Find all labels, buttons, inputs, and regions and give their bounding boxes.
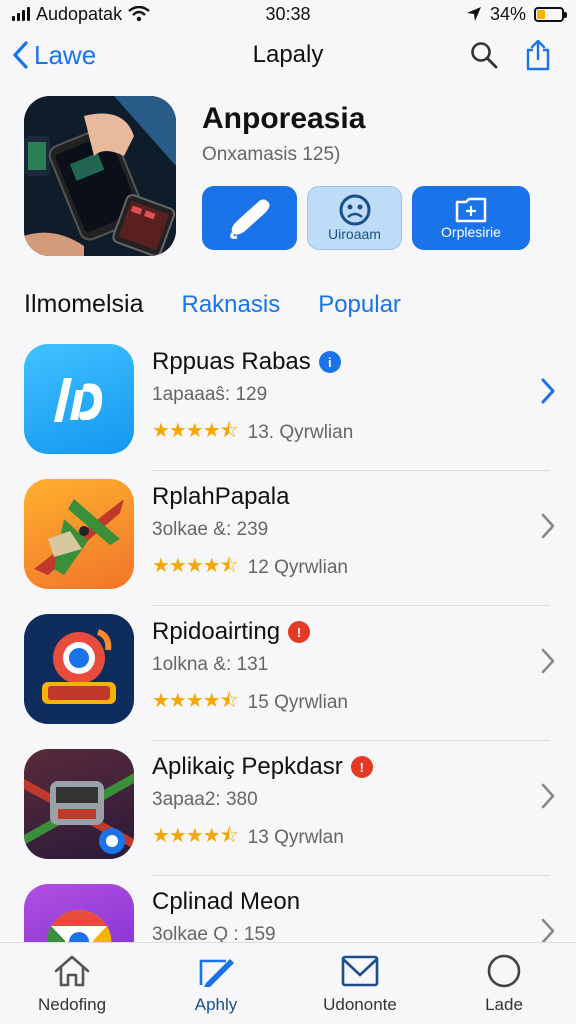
status-right: 34%: [466, 3, 567, 25]
status-left: Audopatak: [12, 4, 150, 25]
search-button[interactable]: [468, 39, 500, 71]
tab-bar-item-udononte[interactable]: Udononte: [288, 943, 432, 1024]
verified-badge-icon: i: [318, 351, 341, 373]
app-info: RplahPapala 3olkae &: 239 ★★★★⯪ 12 Qyrwl…: [152, 483, 536, 585]
app-meta: 1apaaaŝ: 129: [152, 384, 268, 405]
back-button[interactable]: Lawe: [0, 40, 96, 71]
tab-ilmomelsia[interactable]: Ilmomelsia: [24, 290, 143, 319]
logo-blue-icon: [24, 344, 134, 454]
face-button-label: Uiroaam: [328, 226, 381, 242]
chevron-right-icon[interactable]: [538, 781, 558, 811]
tab-bar-label: Lade: [485, 995, 523, 1014]
review-count: 15 Qyrwlian: [247, 692, 348, 713]
share-icon: [526, 39, 550, 71]
app-info: Aplikaiç Pepkdasr ! 3apaa2: 380 ★★★★⯪ 13…: [152, 753, 536, 855]
carrier-name: Audopatak: [36, 3, 123, 24]
folder-button[interactable]: Orplesirie: [412, 186, 530, 250]
featured-app: Anporeasia Onxamasis 125) Uiroaam Orples…: [24, 96, 552, 258]
featured-actions: Uiroaam Orplesirie: [202, 186, 530, 250]
brush-icon: [229, 199, 270, 239]
alert-badge-icon: !: [288, 621, 311, 643]
tab-bar-item-aphly[interactable]: Aphly: [144, 943, 288, 1024]
folder-icon: [455, 197, 487, 223]
robot-icon: [24, 749, 134, 859]
share-button[interactable]: [522, 39, 554, 71]
brush-button[interactable]: [202, 186, 297, 250]
battery-percent: 34%: [489, 3, 526, 24]
app-name-text: Rpidoairting: [152, 618, 281, 645]
app-name-text: Aplikaiç Pepkdasr: [152, 753, 343, 780]
chevron-right-icon[interactable]: [538, 376, 558, 406]
app-rating: ★★★★⯪ 13. Qyrwlian: [152, 416, 536, 450]
app-rating: ★★★★⯪ 15 Qyrwlian: [152, 686, 536, 720]
folder-button-label: Orplesirie: [441, 224, 501, 240]
rating-stars: ★★★★⯪: [152, 555, 239, 577]
tab-raknasis[interactable]: Raknasis: [181, 291, 280, 319]
tab-bar: Nedofing Aphly Udononte Lade: [0, 942, 576, 1024]
app-rating: ★★★★⯪ 13 Qyrwlan: [152, 821, 536, 855]
search-icon: [471, 42, 498, 69]
list-item[interactable]: Rppuas Rabas i 1apaaaŝ: 129 ★★★★⯪ 13. Qy…: [0, 336, 576, 471]
app-name: Aplikaiç Pepkdasr !: [152, 753, 536, 781]
list-item[interactable]: RplahPapala 3olkae &: 239 ★★★★⯪ 12 Qyrwl…: [0, 471, 576, 606]
home-icon: [54, 955, 90, 987]
app-rating: ★★★★⯪ 12 Qyrwlian: [152, 551, 536, 585]
pencil-icon: [199, 959, 234, 987]
app-info: Rpidoairting ! 1olkna &: 131 ★★★★⯪ 15 Qy…: [152, 618, 536, 720]
alert-badge-icon: !: [350, 756, 373, 778]
nav-bar: Lawe Lapaly: [0, 30, 576, 80]
mail-icon: [341, 955, 379, 987]
app-list: Rppuas Rabas i 1apaaaŝ: 129 ★★★★⯪ 13. Qy…: [0, 336, 576, 1011]
tab-popular[interactable]: Popular: [318, 291, 401, 319]
tab-bar-item-home[interactable]: Nedofing: [0, 943, 144, 1024]
list-item[interactable]: Aplikaiç Pepkdasr ! 3apaa2: 380 ★★★★⯪ 13…: [0, 741, 576, 876]
chevron-right-icon[interactable]: [538, 511, 558, 541]
wifi-icon: [128, 6, 150, 22]
list-item[interactable]: Rpidoairting ! 1olkna &: 131 ★★★★⯪ 15 Qy…: [0, 606, 576, 741]
location-arrow-icon: [466, 7, 481, 21]
plane-icon: [24, 479, 134, 589]
face-button[interactable]: Uiroaam: [307, 186, 402, 250]
battery-icon: [534, 6, 567, 22]
app-meta: 3apaa2: 380: [152, 789, 258, 810]
review-count: 12 Qyrwlian: [247, 557, 348, 578]
chevron-right-icon[interactable]: [538, 646, 558, 676]
browser-badge-icon: [24, 614, 134, 724]
rating-stars: ★★★★⯪: [152, 825, 239, 847]
featured-app-image[interactable]: [24, 96, 176, 256]
app-meta: 1olkna &: 131: [152, 654, 269, 675]
featured-app-subtitle: Onxamasis 125): [202, 144, 341, 165]
app-info: Cplinad Meon 3olkae Q : 159: [152, 888, 536, 946]
app-name: RplahPapala: [152, 483, 536, 511]
featured-app-title: Anporeasia: [202, 102, 366, 135]
battery-level: [537, 9, 546, 19]
app-info: Rppuas Rabas i 1apaaaŝ: 129 ★★★★⯪ 13. Qy…: [152, 348, 536, 450]
tab-bar-label: Nedofing: [37, 995, 107, 1014]
app-name-text: Cplinad Meon: [152, 888, 301, 915]
app-name-text: Rppuas Rabas: [152, 348, 311, 375]
app-name: Rppuas Rabas i: [152, 348, 536, 376]
tab-bar-label: Aphly: [194, 995, 238, 1014]
app-meta: 3olkae &: 239: [152, 519, 269, 540]
rating-stars: ★★★★⯪: [152, 420, 239, 442]
signal-icon: [12, 7, 30, 21]
circle-icon: [487, 954, 521, 988]
back-label: Lawe: [34, 39, 97, 70]
chevron-left-icon: [13, 41, 28, 69]
status-bar: Audopatak 30:38 34%: [0, 0, 576, 28]
app-name-text: RplahPapala: [152, 483, 290, 510]
app-name: Rpidoairting !: [152, 618, 536, 646]
category-tabs: Ilmomelsia Raknasis Popular: [24, 290, 401, 319]
tab-bar-label: Udononte: [323, 995, 397, 1014]
rating-stars: ★★★★⯪: [152, 690, 239, 712]
face-icon: [339, 194, 370, 226]
review-count: 13 Qyrwlan: [247, 827, 344, 848]
app-name: Cplinad Meon: [152, 888, 536, 916]
phone-hand-icon: [24, 96, 176, 256]
tab-bar-item-lade[interactable]: Lade: [432, 943, 576, 1024]
nav-actions: [468, 39, 576, 71]
review-count: 13. Qyrwlian: [247, 422, 354, 443]
